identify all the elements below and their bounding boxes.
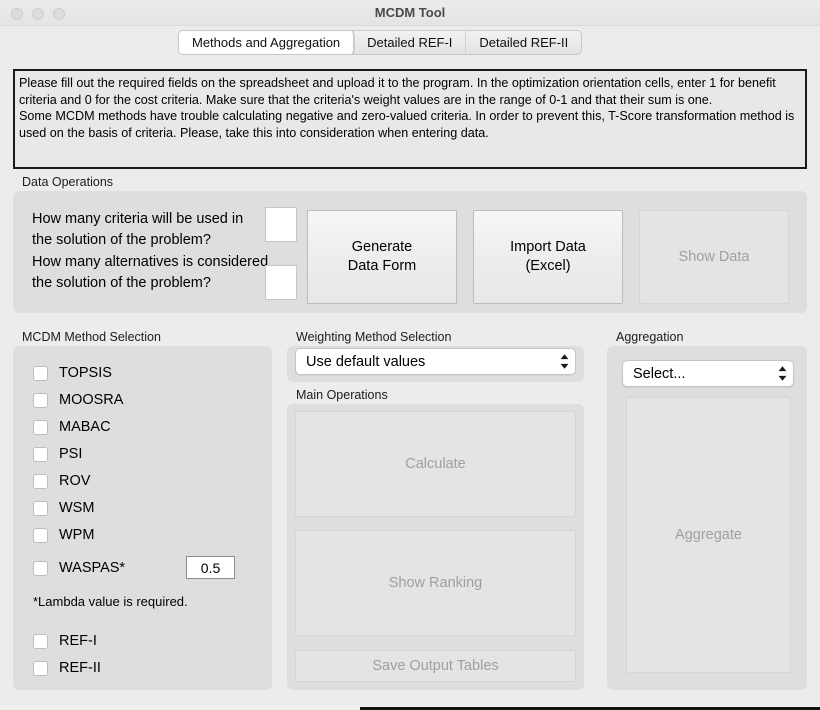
- save-output-tables-button[interactable]: Save Output Tables: [295, 650, 576, 682]
- tab-bar: Methods and Aggregation Detailed REF-I D…: [0, 26, 820, 58]
- aggregation-group-label: Aggregation: [616, 330, 684, 344]
- checkbox-topsis[interactable]: [33, 365, 48, 381]
- chevron-up-down-icon: [553, 353, 575, 370]
- checkbox-waspas[interactable]: [33, 560, 48, 576]
- checkbox-label-psi: PSI: [59, 446, 83, 462]
- checkbox-wpm[interactable]: [33, 527, 48, 543]
- calculate-button[interactable]: Calculate: [295, 411, 576, 517]
- checkbox-row-mabac[interactable]: MABAC: [33, 416, 111, 438]
- save-output-tables-label: Save Output Tables: [372, 657, 499, 674]
- checkbox-rov[interactable]: [33, 473, 48, 489]
- checkbox-moosra[interactable]: [33, 392, 48, 408]
- show-ranking-label: Show Ranking: [388, 574, 483, 591]
- checkbox-label-wsm: WSM: [59, 500, 95, 516]
- aggregation-method-dropdown[interactable]: Select...: [622, 360, 794, 387]
- checkbox-label-topsis: TOPSIS: [59, 365, 112, 381]
- checkbox-label-rov: ROV: [59, 473, 91, 489]
- checkbox-label-ref-i: REF-I: [59, 633, 97, 649]
- aggregation-selected-value: Select...: [633, 365, 686, 382]
- checkbox-label-wpm: WPM: [59, 527, 95, 543]
- mcdm-method-selection-group-label: MCDM Method Selection: [22, 330, 161, 344]
- checkbox-row-ref-ii[interactable]: REF-II: [33, 657, 101, 679]
- checkbox-psi[interactable]: [33, 446, 48, 462]
- data-operations-group-label: Data Operations: [22, 175, 114, 189]
- main-operations-group-label: Main Operations: [296, 388, 388, 402]
- show-ranking-button[interactable]: Show Ranking: [295, 530, 576, 636]
- show-data-label: Show Data: [678, 248, 750, 265]
- generate-data-form-button[interactable]: Generate Data Form: [307, 210, 457, 304]
- instructions-paragraph-1: Please fill out the required fields on t…: [19, 76, 776, 107]
- generate-data-form-label-line1: Generate: [351, 239, 413, 255]
- app-window: MCDM Tool Methods and Aggregation Detail…: [0, 0, 820, 710]
- import-data-label-line1: Import Data: [510, 239, 586, 255]
- checkbox-wsm[interactable]: [33, 500, 48, 516]
- tab-segmented-control: Methods and Aggregation Detailed REF-I D…: [178, 30, 583, 55]
- tab-detailed-ref-i[interactable]: Detailed REF-I: [354, 31, 467, 54]
- lambda-value-input[interactable]: 0.5: [186, 556, 235, 579]
- checkbox-ref-ii[interactable]: [33, 660, 48, 676]
- instructions-paragraph-2: Some MCDM methods have trouble calculati…: [19, 109, 795, 140]
- checkbox-mabac[interactable]: [33, 419, 48, 435]
- show-data-button[interactable]: Show Data: [639, 210, 789, 304]
- checkbox-label-ref-ii: REF-II: [59, 660, 101, 676]
- checkbox-label-mabac: MABAC: [59, 419, 111, 435]
- window-title: MCDM Tool: [374, 5, 446, 20]
- alternatives-question-label: How many alternatives is considered the …: [32, 254, 269, 291]
- checkbox-row-topsis[interactable]: TOPSIS: [33, 362, 112, 384]
- instructions-panel: Please fill out the required fields on t…: [13, 69, 807, 169]
- alternatives-count-input[interactable]: [265, 265, 297, 300]
- checkbox-label-waspas: WASPAS*: [59, 560, 126, 576]
- checkbox-row-psi[interactable]: PSI: [33, 443, 82, 465]
- checkbox-row-ref-i[interactable]: REF-I: [33, 630, 97, 652]
- chevron-up-down-icon: [771, 365, 793, 382]
- import-data-label-line2: (Excel): [525, 258, 571, 274]
- title-bar: MCDM Tool: [0, 0, 820, 26]
- checkbox-ref-i[interactable]: [33, 633, 48, 649]
- checkbox-label-moosra: MOOSRA: [59, 392, 124, 408]
- checkbox-row-moosra[interactable]: MOOSRA: [33, 389, 123, 411]
- aggregate-label: Aggregate: [675, 526, 742, 543]
- lambda-required-note: *Lambda value is required.: [33, 594, 188, 609]
- tab-detailed-ref-ii[interactable]: Detailed REF-II: [466, 31, 581, 54]
- tab-methods-and-aggregation[interactable]: Methods and Aggregation: [179, 31, 355, 54]
- weighting-method-selected-value: Use default values: [306, 353, 426, 370]
- checkbox-row-wsm[interactable]: WSM: [33, 497, 94, 519]
- criteria-question-label: How many criteria will be used in the so…: [32, 211, 244, 248]
- import-data-excel-button[interactable]: Import Data (Excel): [473, 210, 623, 304]
- checkbox-row-rov[interactable]: ROV: [33, 470, 90, 492]
- weighting-method-dropdown[interactable]: Use default values: [295, 348, 576, 375]
- generate-data-form-label-line2: Data Form: [347, 258, 417, 274]
- checkbox-row-wpm[interactable]: WPM: [33, 524, 94, 546]
- aggregate-button[interactable]: Aggregate: [626, 397, 791, 673]
- checkbox-row-waspas[interactable]: WASPAS*: [33, 557, 125, 579]
- calculate-label: Calculate: [405, 455, 466, 472]
- weighting-method-selection-group-label: Weighting Method Selection: [296, 330, 452, 344]
- criteria-count-input[interactable]: [265, 207, 297, 242]
